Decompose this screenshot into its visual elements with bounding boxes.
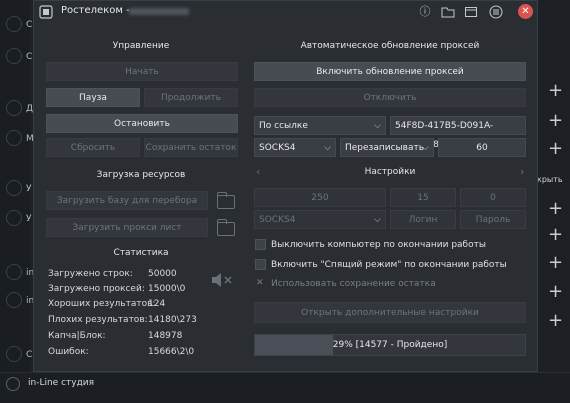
window-title: Ростелеком - [61, 5, 130, 16]
timeout-input[interactable]: 15 [390, 188, 456, 207]
disable-proxy-update-button[interactable]: Отключить [254, 88, 526, 107]
mute-icon[interactable] [210, 271, 234, 289]
bg-open-label: крыть [537, 175, 563, 184]
stat-value: 14180\273 [148, 315, 197, 325]
app-icon [39, 5, 53, 19]
reset-button[interactable]: Сбросить [46, 138, 140, 157]
bg-sidebar-text: Д [26, 104, 34, 114]
chevron-down-icon: ⌵ [374, 215, 381, 225]
add-icon[interactable]: + [548, 200, 563, 218]
write-mode-select[interactable]: Перезаписывать ⌵ [340, 138, 434, 157]
studio-icon [6, 377, 20, 391]
sleep-checkbox[interactable] [255, 259, 266, 270]
proxy-source-select[interactable]: По ссылке ⌵ [254, 116, 386, 135]
settings-heading: Настройки [364, 167, 416, 177]
main-window: Ростелеком - ⓘ ✕ Управление Начать Пауза… [33, 0, 538, 372]
write-mode-value: Перезаписывать [345, 143, 425, 153]
stat-label: Ошибок: [48, 347, 89, 357]
shutdown-label: Выключить компьютер по окончании работы [271, 240, 486, 250]
threads-input[interactable]: 250 [254, 188, 386, 207]
bg-sidebar-icon [6, 292, 22, 308]
stat-value: 124 [148, 299, 166, 309]
bg-sidebar-icon [6, 16, 22, 32]
stat-label: Загружено проксей: [48, 284, 145, 294]
window-icon[interactable] [464, 5, 478, 19]
stat-value: 50000 [148, 269, 177, 279]
proxy-source-value: По ссылке [259, 121, 308, 131]
add-icon[interactable]: + [548, 226, 563, 244]
interval-input[interactable]: 60 [438, 138, 526, 157]
progress-text: 29% [14577 - Пройдено] [332, 340, 448, 350]
progress-bar: 29% [14577 - Пройдено] [254, 334, 526, 356]
stat-label: Хороших результатов: [48, 299, 156, 309]
use-save-label: Использовать сохранение остатка [271, 279, 436, 289]
bg-sidebar-text: У [26, 184, 32, 194]
load-proxy-button[interactable]: Загрузить прокси лист [46, 218, 208, 237]
load-base-button[interactable]: Загрузить базу для перебора [46, 191, 208, 210]
stat-label: Загружено строк: [48, 269, 133, 279]
bg-sidebar-icon [6, 130, 22, 146]
stop-button[interactable]: Остановить [46, 114, 238, 133]
add-icon[interactable]: + [548, 312, 563, 330]
stat-label: Плохих результатов: [48, 315, 148, 325]
sleep-label: Включить "Спящий режим" по окончании раб… [271, 260, 507, 270]
proxy-type-value: SOCKS4 [259, 143, 296, 153]
add-icon[interactable]: + [548, 112, 563, 130]
save-remainder-button[interactable]: Сохранить остаток [144, 138, 238, 157]
login-input[interactable]: Логин [390, 210, 456, 229]
password-input[interactable]: Пароль [460, 210, 526, 229]
enable-proxy-update-button[interactable]: Включить обновление проксей [254, 62, 526, 81]
background-sidebar: С С Д М У У in in С [0, 0, 34, 403]
proxy-update-heading: Автоматическое обновление проксей [300, 41, 480, 51]
bg-sidebar-text: С [26, 52, 33, 62]
bg-sidebar-icon [6, 210, 22, 226]
retries-input[interactable]: 0 [460, 188, 526, 207]
stat-value: 15666\2\0 [148, 347, 195, 357]
stats-heading: Статистика [113, 248, 169, 258]
chevron-down-icon: ⌵ [422, 143, 429, 153]
chevron-down-icon: ⌵ [374, 121, 381, 131]
settings-proxy-type-value: SOCKS4 [259, 215, 296, 225]
add-icon[interactable]: + [548, 82, 563, 100]
bg-sidebar-text: С [26, 350, 33, 360]
menu-icon[interactable] [489, 5, 503, 19]
disabled-check-icon[interactable]: ✕ [256, 278, 264, 288]
add-icon[interactable]: + [548, 283, 563, 301]
chevron-down-icon: ⌵ [324, 143, 331, 153]
more-settings-button[interactable]: Открыть дополнительные настройки [254, 302, 526, 323]
bg-sidebar-text: С [26, 20, 33, 30]
bg-sidebar-icon [6, 180, 22, 196]
settings-proxy-type-select[interactable]: SOCKS4 ⌵ [254, 210, 386, 229]
folder-icon[interactable] [217, 219, 235, 236]
background-footer: in-Line студия [0, 372, 570, 403]
stat-label: Капча|Блок: [48, 331, 106, 341]
chevron-right-icon[interactable]: › [520, 165, 524, 178]
shutdown-checkbox[interactable] [255, 239, 266, 250]
folder-icon[interactable] [217, 192, 235, 209]
folder-icon[interactable] [441, 5, 455, 19]
bg-sidebar-icon [6, 48, 22, 64]
link-key-input[interactable]: 54F8D-417B5-D091A-C8264-58 [390, 116, 526, 150]
stat-value: 15000\0 [148, 284, 186, 294]
resume-button[interactable]: Продолжить [144, 88, 238, 107]
info-icon[interactable]: ⓘ [418, 5, 432, 19]
close-button[interactable]: ✕ [518, 4, 533, 19]
pause-button[interactable]: Пауза [46, 88, 140, 107]
resources-heading: Загрузка ресурсов [96, 170, 186, 180]
bg-sidebar-text: У [26, 214, 32, 224]
add-icon[interactable]: + [548, 140, 563, 158]
redacted-title-part [129, 8, 189, 15]
control-heading: Управление [112, 41, 170, 51]
studio-label: in-Line студия [28, 378, 95, 388]
bg-sidebar-icon [6, 264, 22, 280]
stat-value: 148978 [148, 331, 183, 341]
start-button[interactable]: Начать [46, 62, 238, 81]
title-bar: Ростелеком - ⓘ ✕ [34, 1, 537, 23]
bg-sidebar-icon [6, 346, 22, 362]
bg-sidebar-icon [6, 100, 22, 116]
proxy-type-select[interactable]: SOCKS4 ⌵ [254, 138, 336, 157]
add-icon[interactable]: + [548, 254, 563, 272]
